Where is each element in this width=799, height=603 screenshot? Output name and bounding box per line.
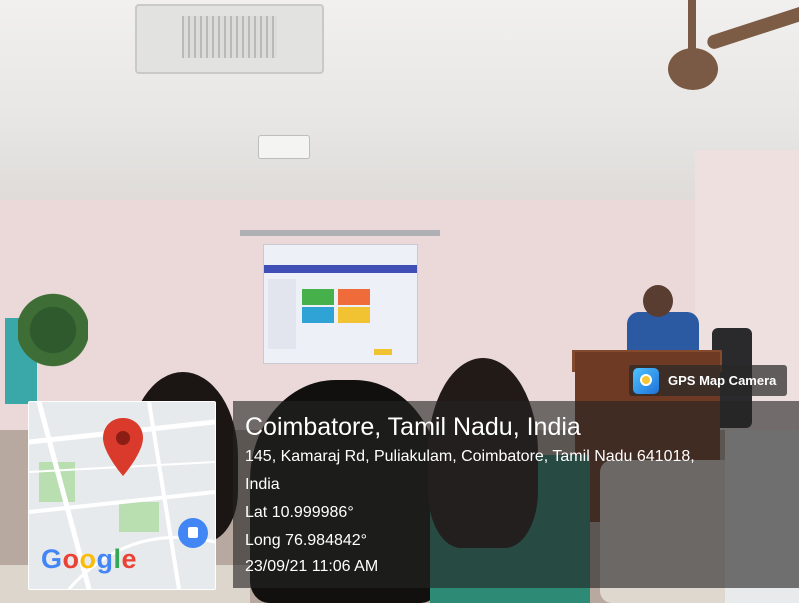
- gps-map-camera-badge: GPS Map Camera: [629, 365, 787, 396]
- speaker-head: [643, 285, 673, 317]
- location-info-panel: Coimbatore, Tamil Nadu, India 145, Kamar…: [233, 401, 799, 588]
- projected-slide: [263, 244, 418, 364]
- location-title: Coimbatore, Tamil Nadu, India: [245, 413, 581, 441]
- address-line-2: India: [245, 476, 280, 493]
- gps-map-camera-icon: [633, 367, 659, 394]
- air-conditioner: [135, 4, 324, 74]
- ceiling: [0, 0, 799, 205]
- latitude: Lat 10.999986°: [245, 504, 354, 521]
- shopping-bag-icon: [178, 518, 208, 548]
- google-logo: Google: [41, 544, 138, 574]
- timestamp: 23/09/21 11:06 AM: [245, 558, 379, 575]
- photo-scene: GPS Map Camera Google Coimbatore, Tamil …: [0, 0, 799, 603]
- ceiling-fan: [668, 48, 718, 90]
- badge-label: GPS Map Camera: [668, 373, 777, 388]
- longitude: Long 76.984842°: [245, 532, 368, 549]
- map-thumbnail: Google: [28, 401, 216, 590]
- potted-plant: [18, 285, 88, 385]
- address-line-1: 145, Kamaraj Rd, Puliakulam, Coimbatore,…: [245, 448, 695, 465]
- ceiling-fan-rod: [688, 0, 696, 52]
- projection-screen-bar: [240, 230, 440, 236]
- projector: [258, 135, 310, 159]
